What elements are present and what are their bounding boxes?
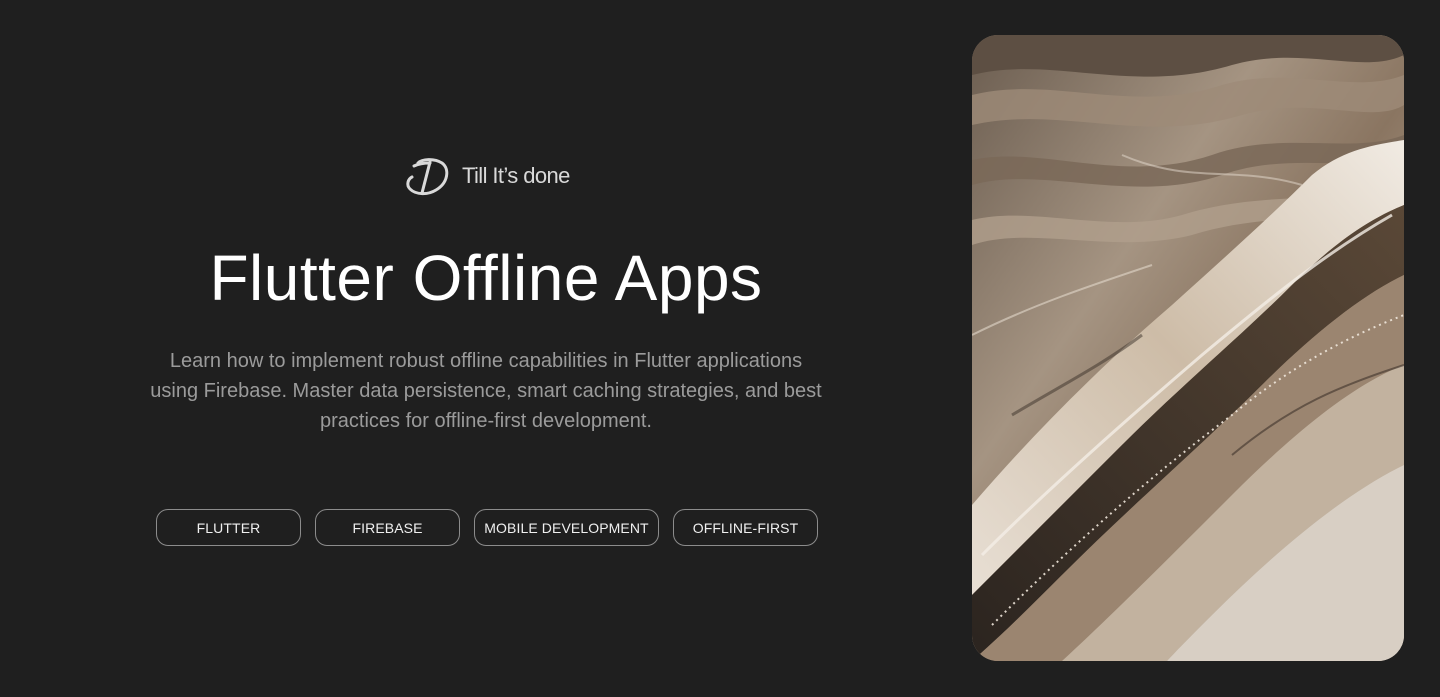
hero-section: Till It’s done Flutter Offline Apps Lear…: [0, 0, 972, 697]
page: Till It’s done Flutter Offline Apps Lear…: [0, 0, 1440, 697]
abstract-texture-image: [972, 35, 1404, 661]
brand[interactable]: Till It’s done: [404, 154, 570, 198]
hero-image: [972, 35, 1404, 661]
tag-mobile-development[interactable]: MOBILE DEVELOPMENT: [474, 509, 659, 546]
brand-name: Till It’s done: [462, 163, 570, 188]
tag-offline-first[interactable]: OFFLINE-FIRST: [673, 509, 818, 546]
td-monogram-logo-icon: [406, 158, 449, 196]
tag-firebase[interactable]: FIREBASE: [315, 509, 460, 546]
tag-list: FLUTTER FIREBASE MOBILE DEVELOPMENT OFFL…: [156, 509, 818, 546]
page-title: Flutter Offline Apps: [209, 242, 763, 314]
hero-description: Learn how to implement robust offline ca…: [150, 350, 822, 432]
tag-flutter[interactable]: FLUTTER: [156, 509, 301, 546]
